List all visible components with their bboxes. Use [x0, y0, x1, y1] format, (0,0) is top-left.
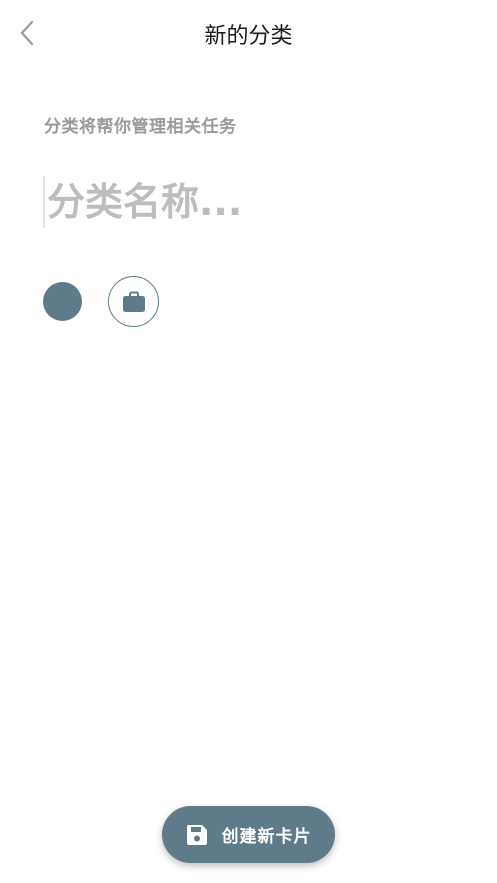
color-picker-button[interactable] [43, 282, 82, 321]
header: 新的分类 [0, 0, 497, 70]
create-card-button[interactable]: 创建新卡片 [162, 806, 335, 863]
create-card-label: 创建新卡片 [221, 827, 312, 847]
page-title: 新的分类 [204, 24, 293, 49]
category-name-input[interactable] [47, 174, 457, 230]
category-name-field [43, 174, 463, 230]
text-caret [43, 176, 45, 228]
helper-text: 分类将帮你管理相关任务 [44, 117, 237, 137]
new-category-screen: 新的分类 分类将帮你管理相关任务 创建新卡片 [0, 0, 497, 883]
briefcase-icon [122, 291, 145, 312]
icon-picker-button[interactable] [108, 276, 159, 327]
save-icon [186, 824, 207, 845]
